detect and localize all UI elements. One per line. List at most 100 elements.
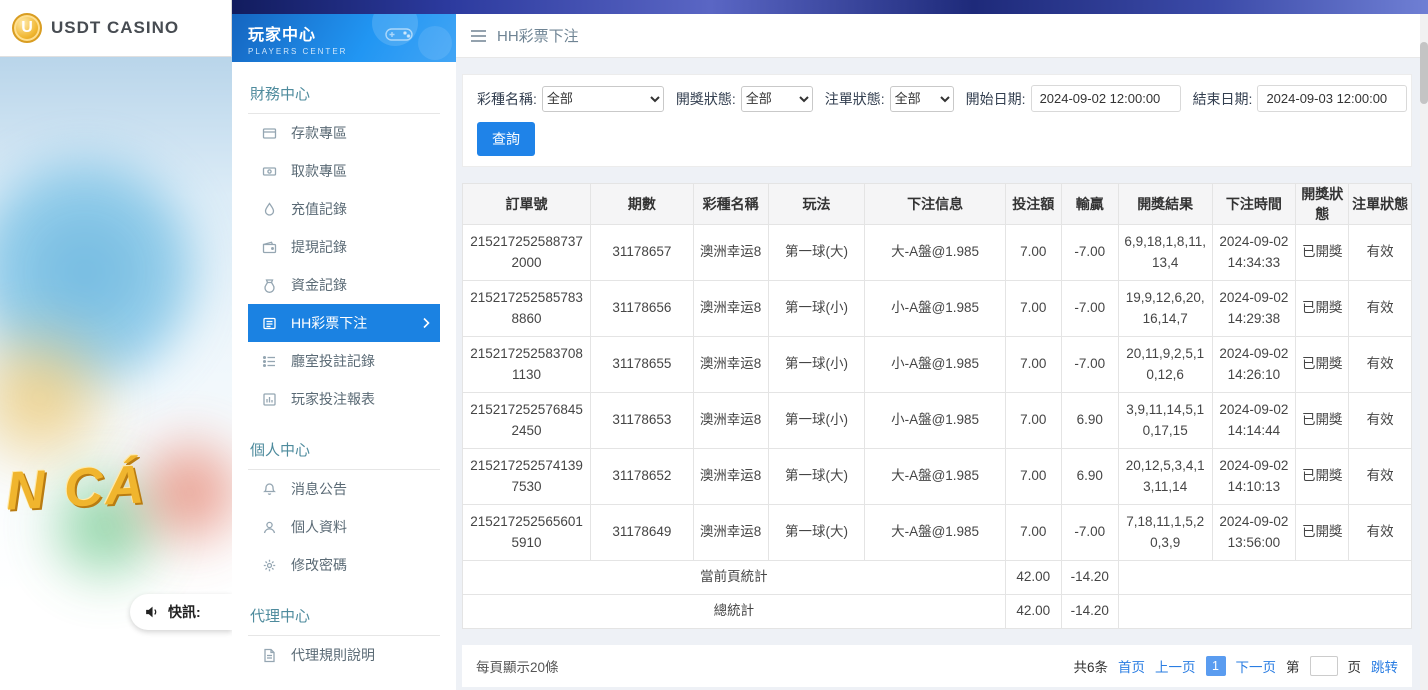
- sidebar-item-player-bet-report[interactable]: 玩家投注報表: [248, 380, 440, 418]
- sidebar-item-withdraw-area[interactable]: 取款專區: [248, 152, 440, 190]
- sidebar-item-room-bet-records[interactable]: 廳室投註記錄: [248, 342, 440, 380]
- col-order: 訂單號: [463, 184, 591, 225]
- table-row: 2152172525741397530 31178652 澳洲幸运8 第一球(大…: [463, 449, 1412, 505]
- prev-page-link[interactable]: 上一页: [1155, 656, 1196, 676]
- sidebar-item-label: 修改密碼: [291, 555, 347, 575]
- cell-time: 2024-09-02 14:29:38: [1212, 281, 1296, 337]
- sidebar-header: 玩家中心 PLAYERS CENTER: [232, 14, 456, 62]
- cell-bet-status: 有效: [1349, 337, 1412, 393]
- bets-table-card: 訂單號 期數 彩種名稱 玩法 下注信息 投注額 輸贏 開獎結果 下注時間 開獎狀…: [462, 183, 1412, 629]
- brand-logo[interactable]: U USDT CASINO: [0, 0, 232, 57]
- cell-bet: 7.00: [1005, 449, 1061, 505]
- hamburger-menu-icon[interactable]: [470, 29, 487, 43]
- app-window: U USDT CASINO N CÁ 快訊: 玩家中心 PL: [0, 0, 1428, 690]
- sidebar-item-recharge-records[interactable]: 充值記錄: [248, 190, 440, 228]
- end-date-input[interactable]: [1257, 85, 1407, 112]
- sidebar: 玩家中心 PLAYERS CENTER 財務中心 存款專區 取款專區 充值記錄 …: [232, 14, 456, 690]
- current-page-indicator[interactable]: 1: [1206, 656, 1226, 676]
- col-draw-status: 開獎狀態: [1296, 184, 1349, 225]
- cell-lottery: 澳洲幸运8: [693, 505, 768, 561]
- cell-winloss: 6.90: [1061, 393, 1118, 449]
- sidebar-item-hh-lottery-bets[interactable]: HH彩票下注: [248, 304, 440, 342]
- cell-bet: 7.00: [1005, 281, 1061, 337]
- table-row: 2152172525656015910 31178649 澳洲幸运8 第一球(大…: [463, 505, 1412, 561]
- cell-winloss: -7.00: [1061, 225, 1118, 281]
- cell-result: 20,12,5,3,4,13,11,14: [1118, 449, 1212, 505]
- first-page-link[interactable]: 首页: [1118, 656, 1145, 676]
- start-date-input[interactable]: [1031, 85, 1181, 112]
- lottery-select[interactable]: 全部: [542, 86, 664, 112]
- cell-order: 2152172525768452450: [463, 393, 591, 449]
- page-summary-label: 當前頁統計: [463, 561, 1006, 595]
- scrollbar-track[interactable]: [1420, 14, 1428, 690]
- bell-icon: [262, 482, 277, 497]
- sidebar-item-label: 提現記錄: [291, 237, 347, 257]
- col-play: 玩法: [768, 184, 865, 225]
- start-date-label: 開始日期:: [966, 89, 1026, 109]
- main-header: HH彩票下注: [456, 14, 1428, 58]
- sidebar-item-withdraw-records[interactable]: 提現記錄: [248, 228, 440, 266]
- page-jump-input[interactable]: [1310, 656, 1338, 676]
- cell-lottery: 澳洲幸运8: [693, 225, 768, 281]
- gamepad-icon: [384, 24, 414, 49]
- query-button[interactable]: 查詢: [477, 122, 535, 156]
- scrollbar-thumb[interactable]: [1420, 42, 1428, 104]
- cell-result: 20,11,9,2,5,10,12,6: [1118, 337, 1212, 393]
- cell-draw-status: 已開獎: [1296, 449, 1349, 505]
- cell-info: 大-A盤@1.985: [865, 505, 1005, 561]
- sidebar-item-profile[interactable]: 個人資料: [248, 508, 440, 546]
- total-summary-row: 總統計 42.00 -14.20: [463, 595, 1412, 629]
- section-title-personal: 個人中心: [248, 430, 440, 470]
- cell-result: 7,18,11,1,5,20,3,9: [1118, 505, 1212, 561]
- sidebar-item-label: 消息公告: [291, 479, 347, 499]
- draw-status-select[interactable]: 全部: [741, 86, 813, 112]
- cell-bet: 7.00: [1005, 225, 1061, 281]
- sidebar-item-deposit[interactable]: 存款專區: [248, 114, 440, 152]
- sidebar-item-agent-rules[interactable]: 代理規則說明: [248, 636, 440, 674]
- sidebar-item-label: 廳室投註記錄: [291, 351, 375, 371]
- col-period: 期數: [591, 184, 693, 225]
- sidebar-menu: 財務中心 存款專區 取款專區 充值記錄 提現記錄 資金記錄: [232, 74, 456, 674]
- cell-lottery: 澳洲幸运8: [693, 337, 768, 393]
- jump-link[interactable]: 跳转: [1371, 656, 1398, 676]
- next-page-link[interactable]: 下一页: [1236, 656, 1277, 676]
- cell-draw-status: 已開獎: [1296, 281, 1349, 337]
- moneybag-icon: [262, 278, 277, 293]
- document-icon: [262, 648, 277, 663]
- cell-winloss: -7.00: [1061, 337, 1118, 393]
- cell-time: 2024-09-02 14:34:33: [1212, 225, 1296, 281]
- sidebar-item-funds-records[interactable]: 資金記錄: [248, 266, 440, 304]
- sidebar-item-announcements[interactable]: 消息公告: [248, 470, 440, 508]
- end-date-label: 結束日期:: [1193, 89, 1253, 109]
- user-icon: [262, 520, 277, 535]
- wallet-icon: [262, 240, 277, 255]
- gear-icon: [262, 558, 277, 573]
- cell-info: 大-A盤@1.985: [865, 225, 1005, 281]
- coin-logo-icon: U: [12, 13, 42, 43]
- per-page-text: 每頁顯示20條: [476, 656, 559, 676]
- cell-time: 2024-09-02 13:56:00: [1212, 505, 1296, 561]
- sidebar-item-label: 代理規則說明: [291, 645, 375, 665]
- table-row: 2152172525837081130 31178655 澳洲幸运8 第一球(小…: [463, 337, 1412, 393]
- cell-lottery: 澳洲幸运8: [693, 393, 768, 449]
- sidebar-item-label: 取款專區: [291, 161, 347, 181]
- table-footer: 每頁顯示20條 共6条 首页 上一页 1 下一页 第 页 跳转: [462, 645, 1412, 687]
- cell-info: 小-A盤@1.985: [865, 337, 1005, 393]
- col-lottery: 彩種名稱: [693, 184, 768, 225]
- page-summary-row: 當前頁統計 42.00 -14.20: [463, 561, 1412, 595]
- cell-winloss: -7.00: [1061, 505, 1118, 561]
- casino-art-panel: U USDT CASINO N CÁ 快訊:: [0, 0, 232, 690]
- page-prefix-text: 第: [1286, 656, 1300, 676]
- sidebar-item-change-password[interactable]: 修改密碼: [248, 546, 440, 584]
- card-icon: [262, 126, 277, 141]
- news-ticker[interactable]: 快訊:: [130, 594, 232, 630]
- bets-table: 訂單號 期數 彩種名稱 玩法 下注信息 投注額 輸贏 開獎結果 下注時間 開獎狀…: [462, 183, 1412, 629]
- cell-period: 31178655: [591, 337, 693, 393]
- cell-period: 31178653: [591, 393, 693, 449]
- total-summary-bet: 42.00: [1005, 595, 1061, 629]
- cell-bet: 7.00: [1005, 393, 1061, 449]
- bet-status-select[interactable]: 全部: [890, 86, 954, 112]
- col-bet-status: 注單狀態: [1349, 184, 1412, 225]
- col-winloss: 輸贏: [1061, 184, 1118, 225]
- cell-period: 31178649: [591, 505, 693, 561]
